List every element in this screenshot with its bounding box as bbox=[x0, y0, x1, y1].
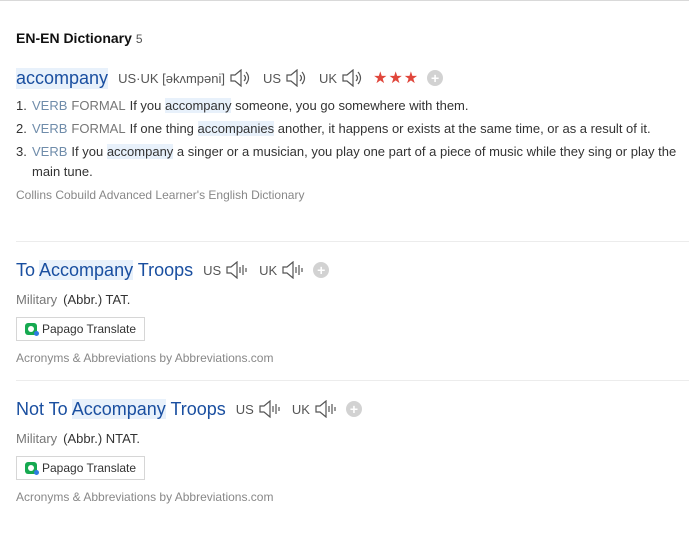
plus-icon[interactable]: + bbox=[345, 401, 362, 417]
sense-text: VERB If you accompany a singer or a music… bbox=[32, 142, 687, 182]
papago-label: Papago Translate bbox=[42, 461, 137, 475]
rating-stars: ★★★ bbox=[373, 70, 420, 87]
headword-highlight: Accompany bbox=[71, 398, 166, 419]
entry-accompany: accompany US·UK [əkʌmpəni] US UK ★★★ + 1… bbox=[16, 66, 689, 202]
papago-icon bbox=[25, 323, 39, 336]
speaker-icon[interactable] bbox=[229, 69, 253, 87]
pron-uk: UK bbox=[291, 401, 310, 417]
source-credit: Acronyms & Abbreviations by Abbreviation… bbox=[16, 351, 274, 365]
pron-us: US bbox=[235, 401, 254, 417]
top-border bbox=[0, 0, 689, 1]
register-label: FORMAL bbox=[71, 98, 126, 113]
pron-us: US bbox=[262, 70, 282, 86]
sense-text: VERB FORMAL If you accompany someone, you … bbox=[32, 96, 687, 116]
part-of-speech: VERB bbox=[32, 121, 68, 136]
highlighted-term: accompany bbox=[165, 98, 232, 113]
entry-head: To Accompany Troops US UK + bbox=[16, 258, 689, 282]
headword-highlight: Accompany bbox=[39, 259, 134, 280]
pron-us-uk: US·UK [əkʌmpəni] bbox=[118, 70, 225, 86]
section-title-text: EN-EN Dictionary bbox=[16, 30, 132, 46]
speaker-icon[interactable] bbox=[225, 261, 249, 279]
papago-translate-button[interactable]: Papago Translate bbox=[16, 456, 146, 480]
sense-text-pre: If one thing bbox=[129, 121, 198, 136]
pron-uk: UK bbox=[319, 70, 338, 86]
abbr-line: Military (Abbr.) TAT. bbox=[16, 292, 689, 307]
category-label: Military bbox=[16, 431, 58, 446]
speaker-icon[interactable] bbox=[314, 400, 338, 418]
sense-number: 3. bbox=[16, 144, 27, 159]
source-credit: Acronyms & Abbreviations by Abbreviation… bbox=[16, 490, 274, 504]
headword-link[interactable]: Not To Accompany Troops bbox=[16, 398, 226, 420]
part-of-speech: VERB bbox=[32, 144, 68, 159]
plus-icon[interactable]: + bbox=[427, 70, 444, 86]
papago-translate-button[interactable]: Papago Translate bbox=[16, 317, 146, 341]
headword-post: Troops bbox=[133, 259, 194, 280]
sense-number: 1. bbox=[16, 98, 27, 113]
speaker-icon[interactable] bbox=[341, 69, 365, 87]
abbreviation: (Abbr.) NTAT. bbox=[63, 431, 140, 446]
speaker-icon[interactable] bbox=[258, 400, 282, 418]
sense-item: 2. VERB FORMAL If one thing accompanies an… bbox=[16, 119, 689, 139]
sense-text-pre: If you bbox=[129, 98, 165, 113]
sense-text-post: another, it happens or exists at the sam… bbox=[274, 121, 651, 136]
divider bbox=[16, 241, 689, 242]
headword-link[interactable]: To Accompany Troops bbox=[16, 259, 194, 281]
sense-text-post: someone, you go somewhere with them. bbox=[231, 98, 469, 113]
pron-uk: UK bbox=[259, 262, 278, 278]
entry-not-to-accompany-troops: Not To Accompany Troops US UK + Military… bbox=[16, 397, 689, 504]
sense-item: 3. VERB If you accompany a singer or a mu… bbox=[16, 142, 689, 182]
speaker-icon[interactable] bbox=[281, 261, 305, 279]
headword-pre: Not To bbox=[16, 398, 72, 419]
section-title: EN-EN Dictionary 5 bbox=[16, 30, 143, 46]
abbreviation: (Abbr.) TAT. bbox=[63, 292, 131, 307]
sense-item: 1. VERB FORMAL If you accompany someone, y… bbox=[16, 96, 689, 116]
highlighted-term: accompany bbox=[106, 144, 174, 159]
sense-list: 1. VERB FORMAL If you accompany someone, y… bbox=[16, 96, 689, 182]
papago-label: Papago Translate bbox=[42, 322, 137, 336]
source-credit: Collins Cobuild Advanced Learner's Engli… bbox=[16, 188, 305, 202]
highlighted-term: accompanies bbox=[197, 121, 275, 136]
entry-head: accompany US·UK [əkʌmpəni] US UK ★★★ + bbox=[16, 66, 689, 90]
register-label: FORMAL bbox=[71, 121, 126, 136]
plus-icon[interactable]: + bbox=[313, 262, 330, 278]
sense-number: 2. bbox=[16, 121, 27, 136]
entry-to-accompany-troops: To Accompany Troops US UK + Military (Abb… bbox=[16, 258, 689, 365]
headword-pre: To bbox=[16, 259, 40, 280]
sense-text-pre: If you bbox=[71, 144, 107, 159]
pron-us: US bbox=[203, 262, 222, 278]
divider bbox=[16, 380, 689, 381]
sense-text: VERB FORMAL If one thing accompanies anoth… bbox=[32, 119, 687, 139]
headword-link[interactable]: accompany bbox=[16, 67, 109, 89]
part-of-speech: VERB bbox=[32, 98, 68, 113]
abbr-line: Military (Abbr.) NTAT. bbox=[16, 431, 689, 446]
category-label: Military bbox=[16, 292, 58, 307]
entry-count: 5 bbox=[135, 32, 143, 46]
papago-icon bbox=[25, 462, 39, 475]
entry-head: Not To Accompany Troops US UK + bbox=[16, 397, 689, 421]
headword-post: Troops bbox=[165, 398, 226, 419]
speaker-icon[interactable] bbox=[285, 69, 309, 87]
